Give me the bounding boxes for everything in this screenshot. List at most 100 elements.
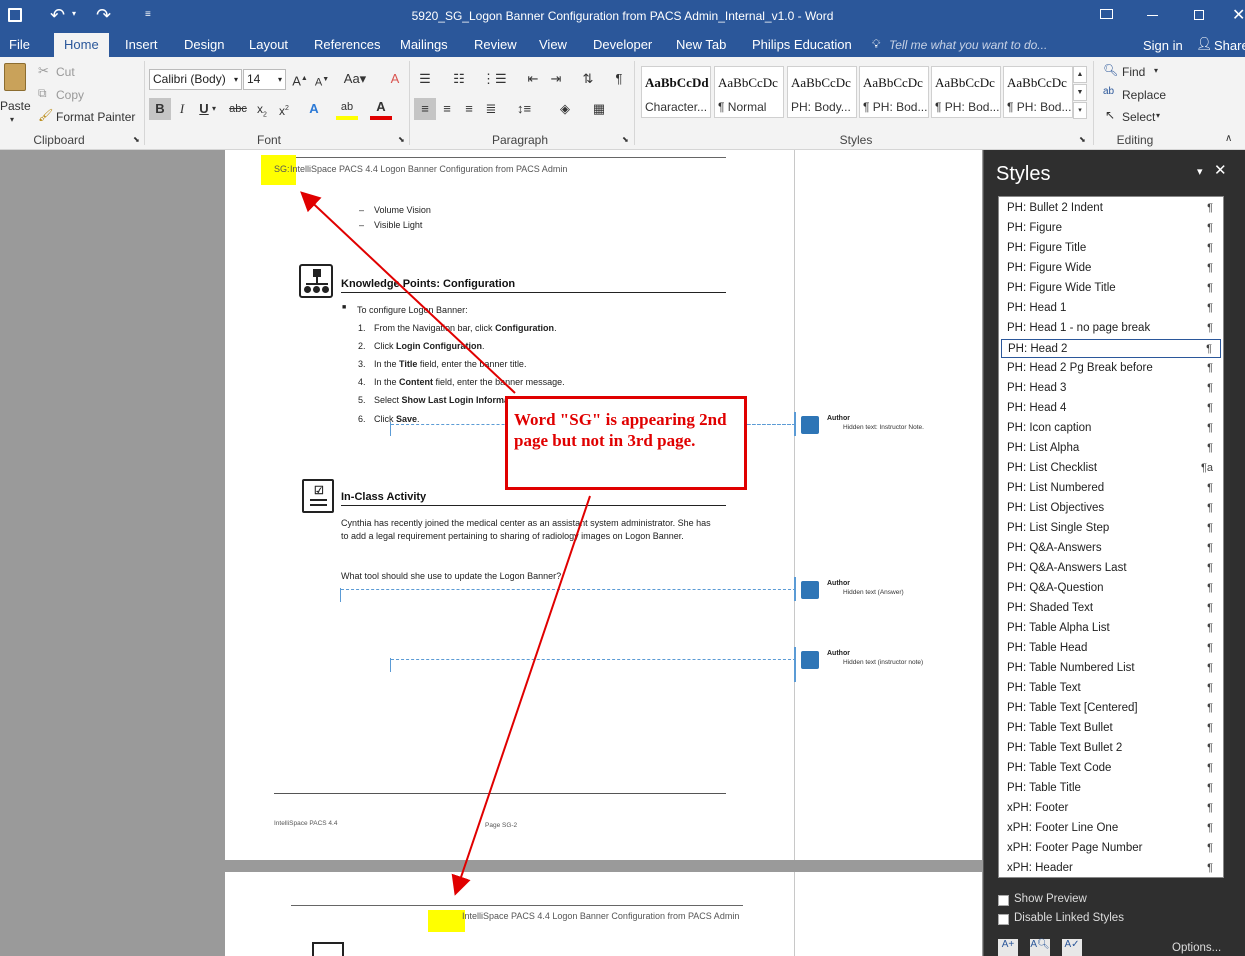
paste-dropdown-icon[interactable]: ▾: [10, 115, 14, 124]
clipboard-launcher-icon[interactable]: ⬊: [133, 135, 140, 144]
style-list-item[interactable]: PH: Head 4 ¶: [1001, 399, 1221, 418]
tab-mailings[interactable]: Mailings: [391, 33, 457, 57]
style-tile-normal[interactable]: AaBbCcDc ¶ Normal: [714, 66, 784, 118]
tab-references[interactable]: References: [305, 33, 389, 57]
paragraph-launcher-icon[interactable]: ⬊: [622, 135, 629, 144]
find-button[interactable]: Find: [1122, 65, 1145, 79]
paste-icon[interactable]: [4, 63, 26, 91]
tab-new-tab[interactable]: New Tab: [667, 33, 735, 57]
increase-indent-icon[interactable]: ⇥: [545, 68, 567, 90]
font-size-combo[interactable]: 14 ▾: [243, 69, 286, 90]
manage-styles-icon[interactable]: A✓: [1062, 939, 1082, 956]
style-list-item[interactable]: PH: Table Head ¶: [1001, 639, 1221, 658]
style-list-item[interactable]: PH: Figure Wide Title ¶: [1001, 279, 1221, 298]
tab-layout[interactable]: Layout: [240, 33, 297, 57]
gallery-more-icon[interactable]: ▾: [1073, 102, 1087, 119]
align-left-icon[interactable]: ≡: [414, 98, 436, 120]
style-list-item[interactable]: PH: Figure Wide ¶: [1001, 259, 1221, 278]
style-list-item[interactable]: PH: Shaded Text ¶: [1001, 599, 1221, 618]
decrease-indent-icon[interactable]: ⇤: [522, 68, 544, 90]
style-list-item[interactable]: PH: Q&A-Answers ¶: [1001, 539, 1221, 558]
clear-formatting-icon[interactable]: A: [384, 68, 406, 90]
style-list-item[interactable]: PH: Head 2 Pg Break before ¶: [1001, 359, 1221, 378]
underline-dropdown-icon[interactable]: ▾: [209, 98, 219, 120]
pane-options-icon[interactable]: ▾: [1197, 165, 1203, 178]
style-list-item[interactable]: xPH: Header ¶: [1001, 859, 1221, 878]
style-list-item[interactable]: PH: Q&A-Question ¶: [1001, 579, 1221, 598]
style-list-item[interactable]: PH: List Checklist ¶a: [1001, 459, 1221, 478]
style-list-item[interactable]: PH: Table Title ¶: [1001, 779, 1221, 798]
show-preview-checkbox[interactable]: [998, 895, 1009, 906]
tab-insert[interactable]: Insert: [116, 33, 167, 57]
tab-review[interactable]: Review: [465, 33, 526, 57]
style-list-item[interactable]: PH: Table Text ¶: [1001, 679, 1221, 698]
style-tile-character[interactable]: AaBbCcDd Character...: [641, 66, 711, 118]
gallery-scroll-up-icon[interactable]: ▲: [1073, 66, 1087, 83]
format-painter-button[interactable]: Format Painter: [56, 110, 135, 124]
style-tile-ph-body-3[interactable]: AaBbCcDc ¶ PH: Bod...: [931, 66, 1001, 118]
superscript-icon[interactable]: x2: [273, 98, 295, 120]
style-list-item[interactable]: PH: Icon caption ¶: [1001, 419, 1221, 438]
italic-icon[interactable]: I: [171, 98, 193, 120]
cut-button[interactable]: Cut: [56, 65, 75, 79]
shrink-font-icon[interactable]: A▼: [311, 69, 333, 91]
align-center-icon[interactable]: ≡: [436, 98, 458, 120]
copy-button[interactable]: Copy: [56, 88, 84, 102]
tab-home[interactable]: Home: [54, 33, 109, 57]
text-effects-icon[interactable]: A: [303, 98, 325, 120]
show-formatting-marks-icon[interactable]: ¶: [608, 68, 630, 90]
style-list-item[interactable]: PH: Head 1 - no page break ¶: [1001, 319, 1221, 338]
style-inspector-icon[interactable]: A🔍︎: [1030, 939, 1050, 956]
style-list-item[interactable]: PH: List Single Step ¶: [1001, 519, 1221, 538]
borders-icon[interactable]: ▦: [588, 98, 610, 120]
tab-developer[interactable]: Developer: [584, 33, 661, 57]
font-color-icon[interactable]: A: [370, 98, 392, 120]
style-list-item[interactable]: PH: Table Text Bullet 2 ¶: [1001, 739, 1221, 758]
style-list-item[interactable]: PH: Figure ¶: [1001, 219, 1221, 238]
tab-view[interactable]: View: [530, 33, 576, 57]
tell-me-box[interactable]: Tell me what you want to do...: [889, 38, 1047, 52]
style-list-item[interactable]: PH: Table Alpha List ¶: [1001, 619, 1221, 638]
close-pane-icon[interactable]: ✕: [1214, 161, 1227, 179]
style-list-item[interactable]: PH: Table Numbered List ¶: [1001, 659, 1221, 678]
bold-icon[interactable]: B: [149, 98, 171, 120]
style-list-item[interactable]: xPH: Footer Page Number ¶: [1001, 839, 1221, 858]
style-tile-ph-body[interactable]: AaBbCcDc PH: Body...: [787, 66, 857, 118]
close-window-icon[interactable]: ✕: [1232, 5, 1245, 25]
style-list-item[interactable]: PH: Head 3 ¶: [1001, 379, 1221, 398]
style-list-item[interactable]: xPH: Footer ¶: [1001, 799, 1221, 818]
new-style-icon[interactable]: A+: [998, 939, 1018, 956]
select-dropdown-icon[interactable]: ▾: [1156, 111, 1160, 120]
find-dropdown-icon[interactable]: ▾: [1154, 66, 1158, 75]
font-name-combo[interactable]: Calibri (Body) ▾: [149, 69, 242, 90]
style-tile-ph-body-2[interactable]: AaBbCcDc ¶ PH: Bod...: [859, 66, 929, 118]
options-link[interactable]: Options...: [1172, 942, 1221, 954]
paste-button[interactable]: Paste: [0, 99, 31, 113]
collapse-ribbon-icon[interactable]: ∧: [1225, 133, 1232, 144]
style-list-item[interactable]: PH: Bullet 2 Indent ¶: [1001, 199, 1221, 218]
tab-philips-education[interactable]: Philips Education: [743, 33, 861, 57]
ribbon-display-options-icon[interactable]: [1100, 9, 1113, 19]
styles-launcher-icon[interactable]: ⬊: [1079, 135, 1086, 144]
style-list-item[interactable]: PH: List Alpha ¶: [1001, 439, 1221, 458]
justify-icon[interactable]: ≣: [480, 98, 502, 120]
strikethrough-icon[interactable]: abc: [227, 98, 249, 120]
font-launcher-icon[interactable]: ⬊: [398, 135, 405, 144]
tab-design[interactable]: Design: [175, 33, 233, 57]
style-list-item[interactable]: xPH: Footer Line One ¶: [1001, 819, 1221, 838]
restore-icon[interactable]: [1194, 10, 1204, 20]
style-tile-ph-body-4[interactable]: AaBbCcDc ¶ PH: Bod...: [1003, 66, 1073, 118]
sign-in-link[interactable]: Sign in: [1143, 38, 1183, 53]
change-case-icon[interactable]: Aa▾: [341, 68, 369, 90]
align-right-icon[interactable]: ≡: [458, 98, 480, 120]
minimize-icon[interactable]: [1147, 15, 1158, 16]
shading-icon[interactable]: ◈: [554, 98, 576, 120]
multilevel-list-icon[interactable]: ⋮☰: [482, 68, 507, 90]
style-list-item[interactable]: PH: List Objectives ¶: [1001, 499, 1221, 518]
share-button[interactable]: Share: [1214, 38, 1245, 53]
style-list-item[interactable]: PH: Table Text [Centered] ¶: [1001, 699, 1221, 718]
grow-font-icon[interactable]: A▲: [289, 68, 311, 90]
share-icon[interactable]: 👤︎: [1196, 36, 1213, 52]
replace-button[interactable]: Replace: [1122, 88, 1166, 102]
sort-icon[interactable]: ⇅: [577, 68, 599, 90]
